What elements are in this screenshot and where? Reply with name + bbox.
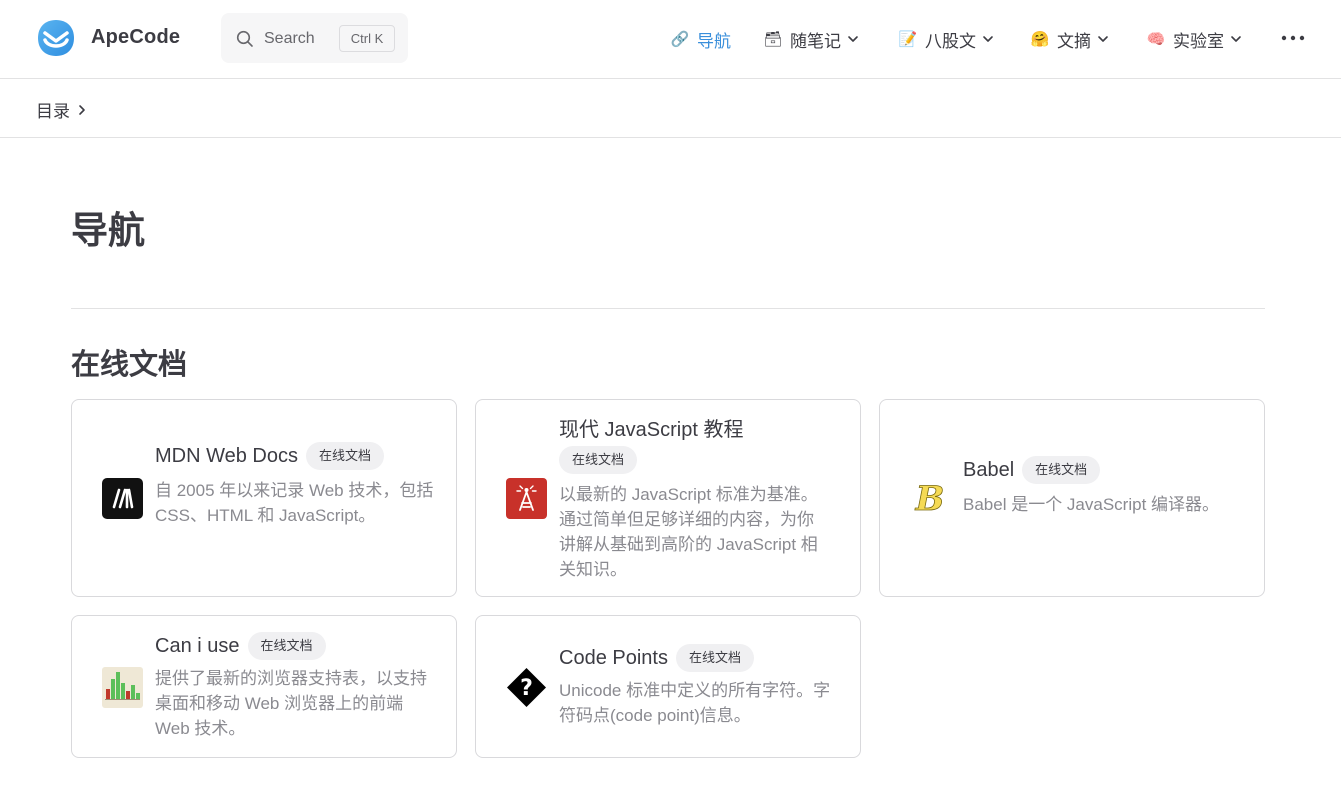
card-title: Babel <box>963 459 1015 481</box>
card-title: Code Points <box>559 647 668 669</box>
toc-label: 目录 <box>36 102 70 121</box>
search-icon <box>236 30 253 47</box>
local-nav-bar: 目录 <box>0 79 1341 138</box>
card-title: MDN Web Docs <box>155 445 298 467</box>
javascript-info-logo-icon <box>506 478 547 519</box>
nav-item-label: 文摘 <box>1057 31 1091 51</box>
search-button[interactable]: Search Ctrl K <box>221 13 408 63</box>
card-description: Unicode 标准中定义的所有字符。字符码点(code point)信息。 <box>559 681 831 725</box>
apecode-logo-icon[interactable] <box>36 18 76 58</box>
card-body: 现代 JavaScript 教程 在线文档 以最新的 JavaScript 标准… <box>559 416 829 582</box>
divider <box>71 308 1265 309</box>
card-description: Babel 是一个 JavaScript 编译器。 <box>963 495 1220 514</box>
card-description: 以最新的 JavaScript 标准为基准。通过简单但足够详细的内容，为你讲解从… <box>559 485 818 579</box>
nav-item-shiyanshi[interactable]: 🧠 实验室 <box>1147 24 1242 54</box>
toc-menu-button[interactable]: 目录 <box>36 97 88 122</box>
top-navbar: ApeCode Search Ctrl K 🔗 导航 🗃 随笔记 📝 八股文 🤗… <box>0 0 1341 79</box>
link-card-caniuse[interactable]: Can i use 在线文档 提供了最新的浏览器支持表，以支持桌面和移动 Web… <box>71 615 457 758</box>
hugging-face-icon: 🤗 <box>1030 31 1050 48</box>
memo-icon: 📝 <box>898 31 918 48</box>
more-menu-icon[interactable] <box>1281 34 1305 42</box>
card-tag: 在线文档 <box>675 644 754 672</box>
chevron-down-icon <box>983 36 993 42</box>
codepoints-logo-icon: ? <box>507 668 546 707</box>
card-description: 提供了最新的浏览器支持表，以支持桌面和移动 Web 浏览器上的前端 Web 技术… <box>155 669 427 738</box>
card-body: MDN Web Docs 在线文档 自 2005 年以来记录 Web 技术，包括… <box>155 442 440 528</box>
chevron-right-icon <box>79 104 85 115</box>
card-body: Code Points 在线文档 Unicode 标准中定义的所有字符。字符码点… <box>559 644 839 728</box>
card-tag: 在线文档 <box>1022 456 1101 484</box>
link-card-javascript-info[interactable]: 现代 JavaScript 教程 在线文档 以最新的 JavaScript 标准… <box>475 399 861 597</box>
section-title: 在线文档 <box>71 349 188 381</box>
nav-item-baguwen[interactable]: 📝 八股文 <box>899 24 994 54</box>
nav-item-daohang[interactable]: 🔗 导航 <box>671 24 731 54</box>
card-title: 现代 JavaScript 教程 <box>559 419 744 441</box>
nav-item-label: 实验室 <box>1173 31 1224 51</box>
link-card-babel[interactable]: B Babel 在线文档 Babel 是一个 JavaScript 编译器。 <box>879 399 1265 597</box>
chevron-down-icon <box>1098 36 1108 42</box>
card-tag: 在线文档 <box>247 632 326 660</box>
search-label: Search <box>264 30 315 47</box>
brain-icon: 🧠 <box>1146 31 1166 48</box>
mdn-logo-icon <box>102 478 143 519</box>
card-box-icon: 🗃 <box>763 31 783 48</box>
link-card-codepoints[interactable]: ? Code Points 在线文档 Unicode 标准中定义的所有字符。字符… <box>475 615 861 758</box>
search-shortcut-badge: Ctrl K <box>339 25 395 52</box>
svg-text:B: B <box>915 479 945 519</box>
chevron-down-icon <box>848 36 858 42</box>
nav-item-wenzhai[interactable]: 🤗 文摘 <box>1031 24 1109 54</box>
card-body: Babel 在线文档 Babel 是一个 JavaScript 编译器。 <box>963 456 1223 517</box>
card-tag: 在线文档 <box>306 442 385 470</box>
chevron-down-icon <box>1231 36 1241 42</box>
babel-logo-icon: B <box>914 479 945 519</box>
link-card-mdn[interactable]: MDN Web Docs 在线文档 自 2005 年以来记录 Web 技术，包括… <box>71 399 457 597</box>
nav-item-label: 随笔记 <box>790 31 841 51</box>
nav-item-suibiji[interactable]: 🗃 随笔记 <box>763 24 859 54</box>
brand-name[interactable]: ApeCode <box>91 26 180 49</box>
nav-item-label: 导航 <box>697 31 731 51</box>
card-body: Can i use 在线文档 提供了最新的浏览器支持表，以支持桌面和移动 Web… <box>155 632 430 741</box>
link-icon: 🔗 <box>670 31 690 48</box>
card-tag: 在线文档 <box>559 446 638 474</box>
nav-item-label: 八股文 <box>925 31 976 51</box>
card-description: 自 2005 年以来记录 Web 技术，包括 CSS、HTML 和 JavaSc… <box>155 481 434 525</box>
caniuse-logo-icon <box>102 667 143 708</box>
page-title: 导航 <box>71 210 145 251</box>
card-title: Can i use <box>155 635 240 657</box>
svg-text:?: ? <box>520 676 533 701</box>
